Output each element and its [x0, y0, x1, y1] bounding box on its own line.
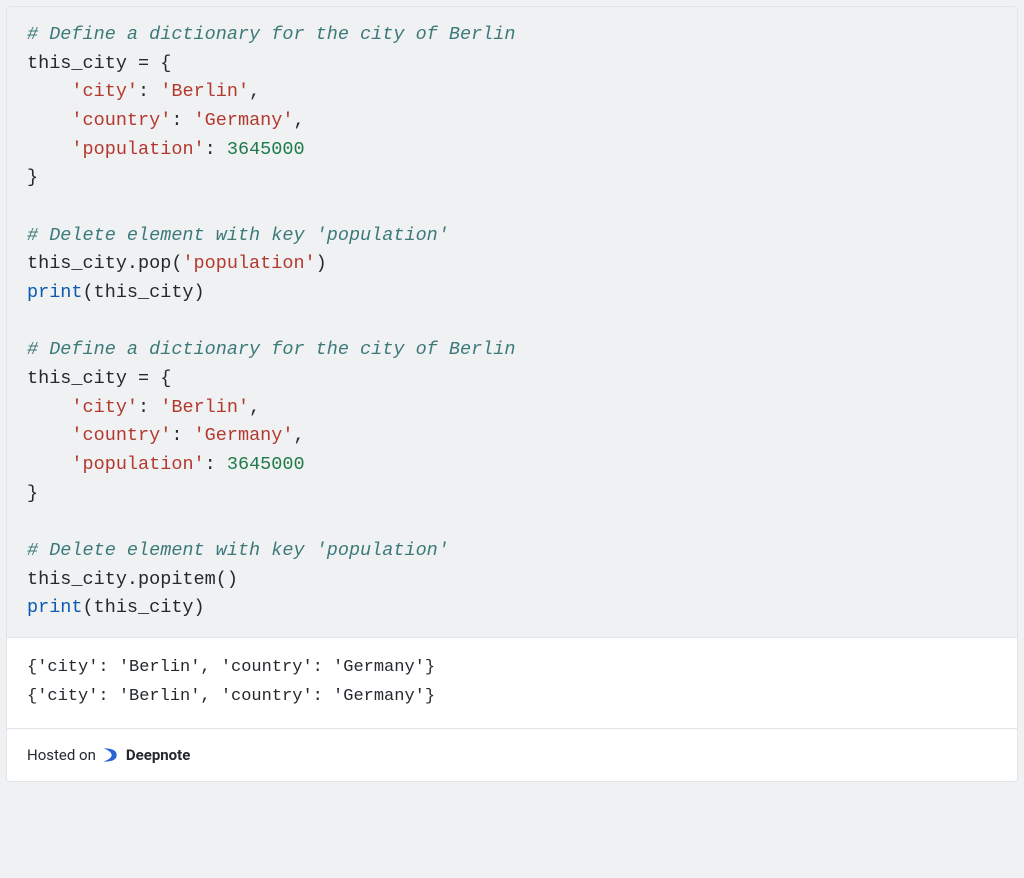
- code-token: (this_city): [83, 597, 205, 618]
- code-token: this_city = {: [27, 368, 171, 389]
- code-token: 'Berlin': [160, 81, 249, 102]
- code-token: this_city.pop(: [27, 253, 182, 274]
- code-token: ): [316, 253, 327, 274]
- code-token: 'population': [71, 454, 204, 475]
- code-token: :: [205, 454, 227, 475]
- code-token: 'Germany': [194, 110, 294, 131]
- code-token: 'Berlin': [160, 397, 249, 418]
- code-token: # Delete element with key 'population': [27, 540, 449, 561]
- code-token: 3645000: [227, 139, 305, 160]
- code-token: [27, 454, 71, 475]
- code-token: # Delete element with key 'population': [27, 225, 449, 246]
- footer-prefix: Hosted on: [27, 746, 96, 764]
- code-token: :: [138, 81, 160, 102]
- code-token: ,: [293, 110, 304, 131]
- code-token: [27, 139, 71, 160]
- code-token: [27, 425, 71, 446]
- code-token: 'country': [71, 425, 171, 446]
- code-token: print: [27, 282, 83, 303]
- code-token: :: [205, 139, 227, 160]
- code-token: }: [27, 483, 38, 504]
- hosted-on-footer[interactable]: Hosted on Deepnote: [7, 729, 1017, 781]
- code-token: :: [171, 110, 193, 131]
- code-token: (this_city): [83, 282, 205, 303]
- code-token: 3645000: [227, 454, 305, 475]
- code-token: this_city = {: [27, 53, 171, 74]
- code-token: :: [138, 397, 160, 418]
- output-content: {'city': 'Berlin', 'country': 'Germany'}…: [27, 654, 997, 712]
- code-token: print: [27, 597, 83, 618]
- code-token: [27, 81, 71, 102]
- footer-brand: Deepnote: [126, 746, 190, 764]
- code-token: # Define a dictionary for the city of Be…: [27, 339, 515, 360]
- code-output-area: {'city': 'Berlin', 'country': 'Germany'}…: [7, 638, 1017, 729]
- code-content: # Define a dictionary for the city of Be…: [27, 21, 997, 623]
- code-token: 'city': [71, 81, 138, 102]
- code-token: ,: [249, 397, 260, 418]
- code-token: 'Germany': [194, 425, 294, 446]
- code-token: [27, 397, 71, 418]
- code-token: # Define a dictionary for the city of Be…: [27, 24, 515, 45]
- notebook-cell: # Define a dictionary for the city of Be…: [6, 6, 1018, 782]
- code-token: 'population': [71, 139, 204, 160]
- code-input-area[interactable]: # Define a dictionary for the city of Be…: [7, 7, 1017, 638]
- deepnote-logo-icon: [100, 745, 120, 765]
- code-token: ,: [249, 81, 260, 102]
- code-token: 'city': [71, 397, 138, 418]
- code-token: 'population': [182, 253, 315, 274]
- code-token: :: [171, 425, 193, 446]
- code-token: ,: [293, 425, 304, 446]
- code-token: 'country': [71, 110, 171, 131]
- code-token: }: [27, 167, 38, 188]
- code-token: this_city.popitem(): [27, 569, 238, 590]
- code-token: [27, 110, 71, 131]
